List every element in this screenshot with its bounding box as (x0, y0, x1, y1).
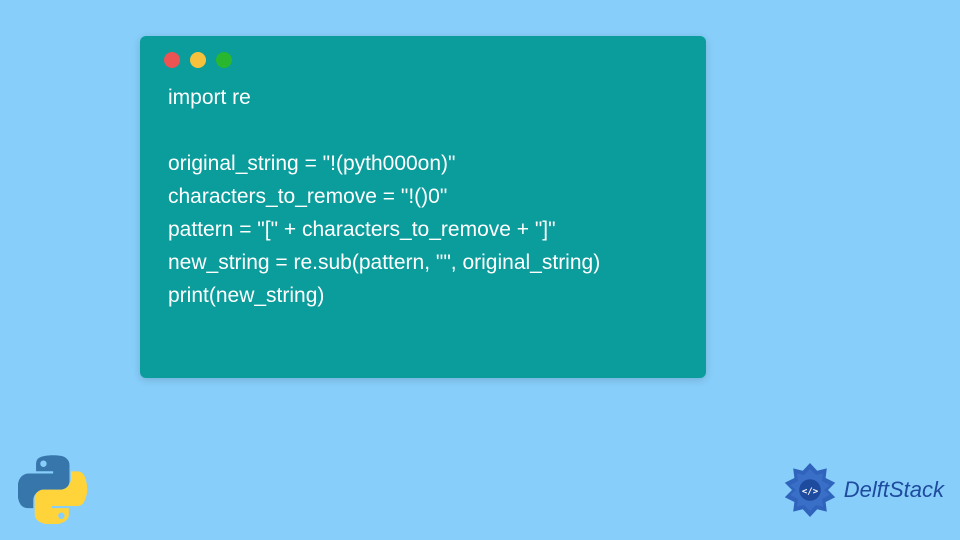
delftstack-brand: </> DelftStack (780, 460, 944, 520)
window-controls (140, 36, 706, 68)
code-line: print(new_string) (168, 284, 324, 307)
code-window: import re original_string = "!(pyth000on… (140, 36, 706, 378)
brand-text: DelftStack (844, 477, 944, 503)
code-line: import re (168, 86, 251, 109)
svg-text:</>: </> (802, 487, 819, 497)
close-icon (164, 52, 180, 68)
code-line: pattern = "[" + characters_to_remove + "… (168, 218, 556, 241)
python-logo-icon (18, 454, 88, 524)
code-line: characters_to_remove = "!()0" (168, 185, 447, 208)
code-line: original_string = "!(pyth000on)" (168, 152, 456, 175)
code-line: new_string = re.sub(pattern, "", origina… (168, 251, 600, 274)
code-content: import re original_string = "!(pyth000on… (140, 68, 706, 333)
delftstack-logo-icon: </> (780, 460, 840, 520)
maximize-icon (216, 52, 232, 68)
minimize-icon (190, 52, 206, 68)
